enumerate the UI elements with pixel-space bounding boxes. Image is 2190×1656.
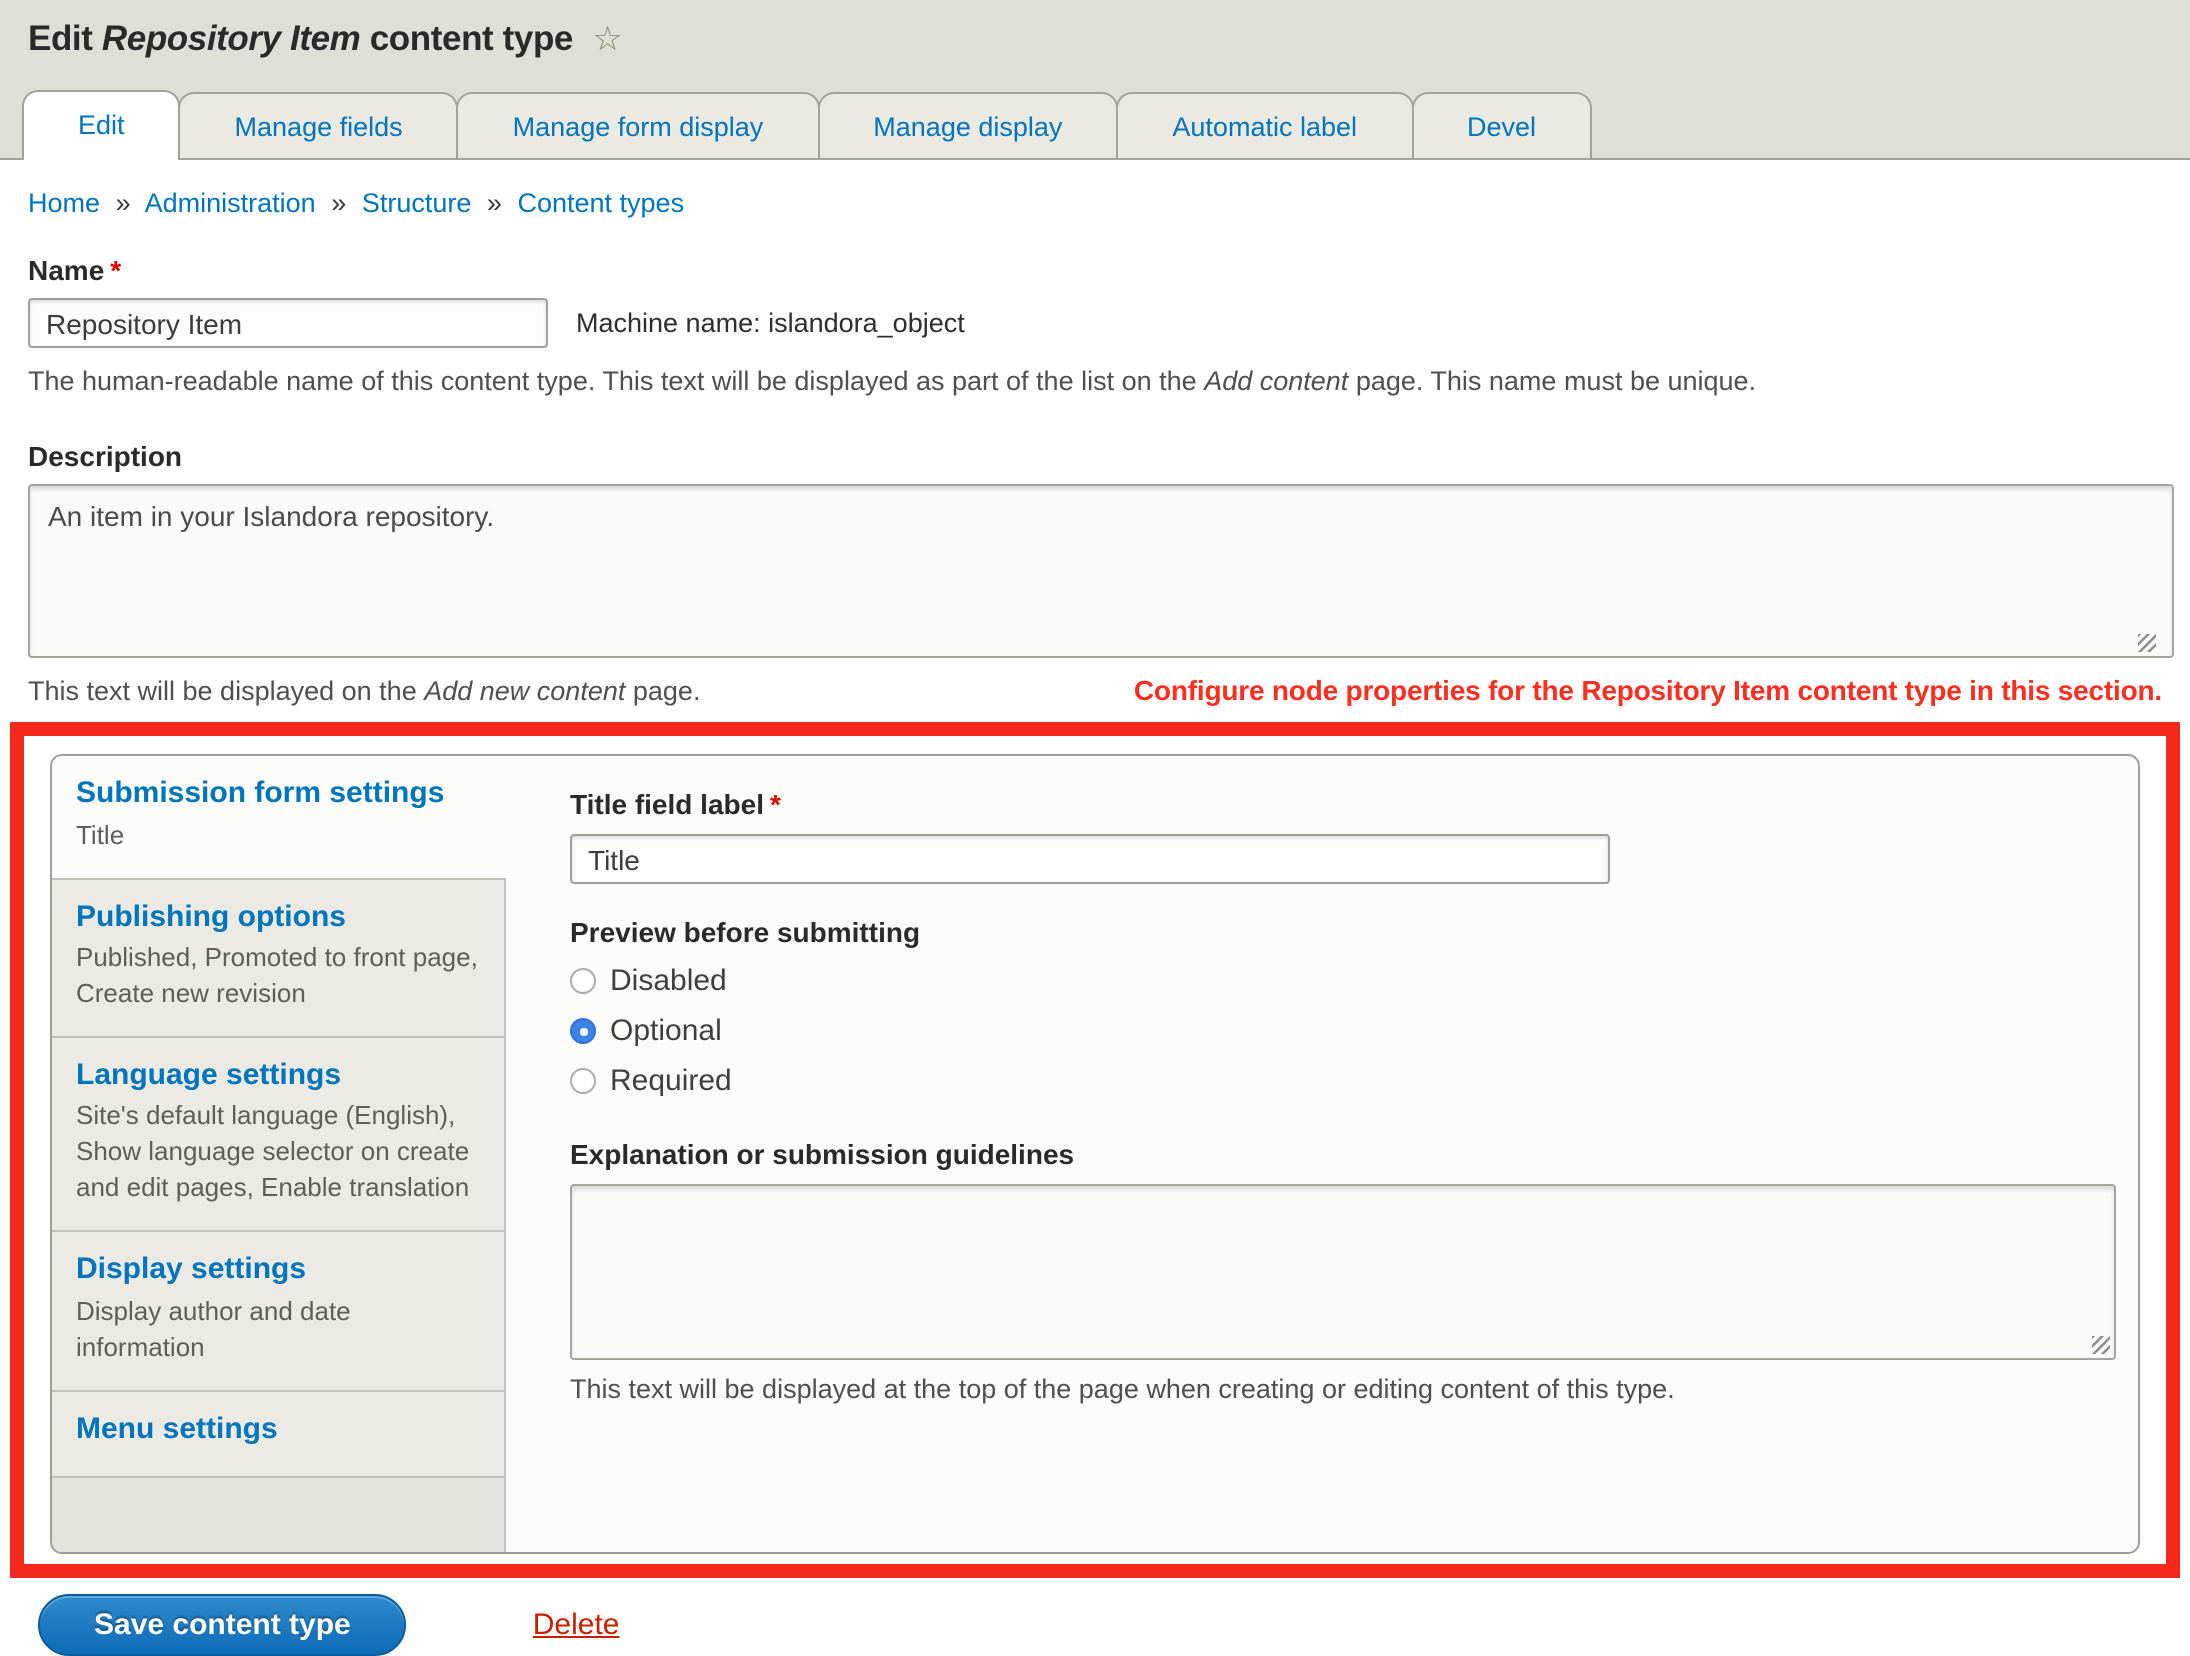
breadcrumb-separator: »	[116, 188, 131, 218]
description-help: This text will be displayed on the Add n…	[28, 673, 700, 708]
radio-icon[interactable]	[570, 968, 596, 994]
page: Edit Repository Item content type ☆ Edit…	[0, 0, 2190, 1532]
vertical-tabs-filler	[52, 1476, 506, 1552]
vtab-publishing-options[interactable]: Publishing options Published, Promoted t…	[52, 877, 506, 1036]
breadcrumb-separator: »	[487, 188, 502, 218]
node-settings-fieldset: Submission form settings Title Publishin…	[50, 754, 2140, 1554]
page-title: Edit Repository Item content type ☆	[28, 18, 2190, 60]
form-actions: Save content type Delete	[38, 1594, 2162, 1656]
explanation-help: This text will be displayed at the top o…	[570, 1374, 2116, 1404]
vtab-menu-settings[interactable]: Menu settings	[52, 1389, 506, 1476]
tab-devel[interactable]: Devel	[1411, 92, 1592, 158]
breadcrumb-administration[interactable]: Administration	[145, 188, 316, 218]
vertical-tabs-menu: Submission form settings Title Publishin…	[52, 756, 506, 1552]
main-content: Home » Administration » Structure » Cont…	[0, 188, 2190, 1656]
machine-name: Machine name: islandora_object	[576, 308, 965, 338]
explanation-textarea[interactable]	[570, 1184, 2116, 1360]
description-textarea[interactable]: An item in your Islandora repository.	[28, 483, 2174, 657]
preview-radio-group: Preview before submitting Disabled Optio…	[570, 916, 2116, 1098]
vtab-display-settings[interactable]: Display settings Display author and date…	[52, 1230, 506, 1389]
name-field-group: Name* Machine name: islandora_object The…	[28, 254, 2162, 399]
radio-icon-selected[interactable]	[570, 1018, 596, 1044]
page-title-suffix: content type	[370, 18, 573, 58]
breadcrumb-home[interactable]: Home	[28, 188, 100, 218]
radio-option-disabled[interactable]: Disabled	[570, 964, 2116, 998]
page-header: Edit Repository Item content type ☆ Edit…	[0, 0, 2190, 160]
page-title-prefix: Edit	[28, 18, 93, 58]
tab-manage-form-display[interactable]: Manage form display	[457, 92, 820, 158]
breadcrumb-content-types[interactable]: Content types	[517, 188, 684, 218]
tab-edit[interactable]: Edit	[22, 90, 181, 160]
tab-automatic-label[interactable]: Automatic label	[1116, 92, 1413, 158]
preview-label: Preview before submitting	[570, 916, 2116, 948]
highlight-red-box: Submission form settings Title Publishin…	[10, 722, 2180, 1578]
breadcrumb: Home » Administration » Structure » Cont…	[28, 188, 2162, 218]
title-field-input[interactable]	[570, 834, 1610, 884]
submission-form-settings-pane: Title field label* Preview before submit…	[506, 756, 2140, 1552]
breadcrumb-structure[interactable]: Structure	[362, 188, 472, 218]
name-label: Name*	[28, 254, 2162, 286]
radio-option-required[interactable]: Required	[570, 1064, 2116, 1098]
tab-manage-fields[interactable]: Manage fields	[179, 92, 459, 158]
primary-tabs: Edit Manage fields Manage form display M…	[22, 90, 2190, 158]
name-help: The human-readable name of this content …	[28, 364, 2162, 399]
description-field-group: Description An item in your Islandora re…	[28, 439, 2162, 708]
star-icon[interactable]: ☆	[592, 20, 622, 58]
description-label: Description	[28, 439, 2162, 471]
delete-link[interactable]: Delete	[533, 1608, 620, 1642]
vtab-language-settings[interactable]: Language settings Site's default languag…	[52, 1036, 506, 1231]
page-title-content-type-name: Repository Item	[102, 18, 361, 58]
annotation-text: Configure node properties for the Reposi…	[1134, 673, 2162, 705]
radio-icon[interactable]	[570, 1068, 596, 1094]
title-field-label: Title field label*	[570, 788, 2116, 820]
required-marker: *	[110, 254, 121, 286]
name-input[interactable]	[28, 298, 548, 348]
save-content-type-button[interactable]: Save content type	[38, 1594, 407, 1656]
required-marker: *	[770, 788, 781, 820]
tab-manage-display[interactable]: Manage display	[817, 92, 1118, 158]
explanation-label: Explanation or submission guidelines	[570, 1138, 2116, 1170]
radio-option-optional[interactable]: Optional	[570, 1014, 2116, 1048]
breadcrumb-separator: »	[331, 188, 346, 218]
vtab-submission-form-settings[interactable]: Submission form settings Title	[52, 756, 506, 877]
explanation-field-group: Explanation or submission guidelines Thi…	[570, 1138, 2116, 1404]
